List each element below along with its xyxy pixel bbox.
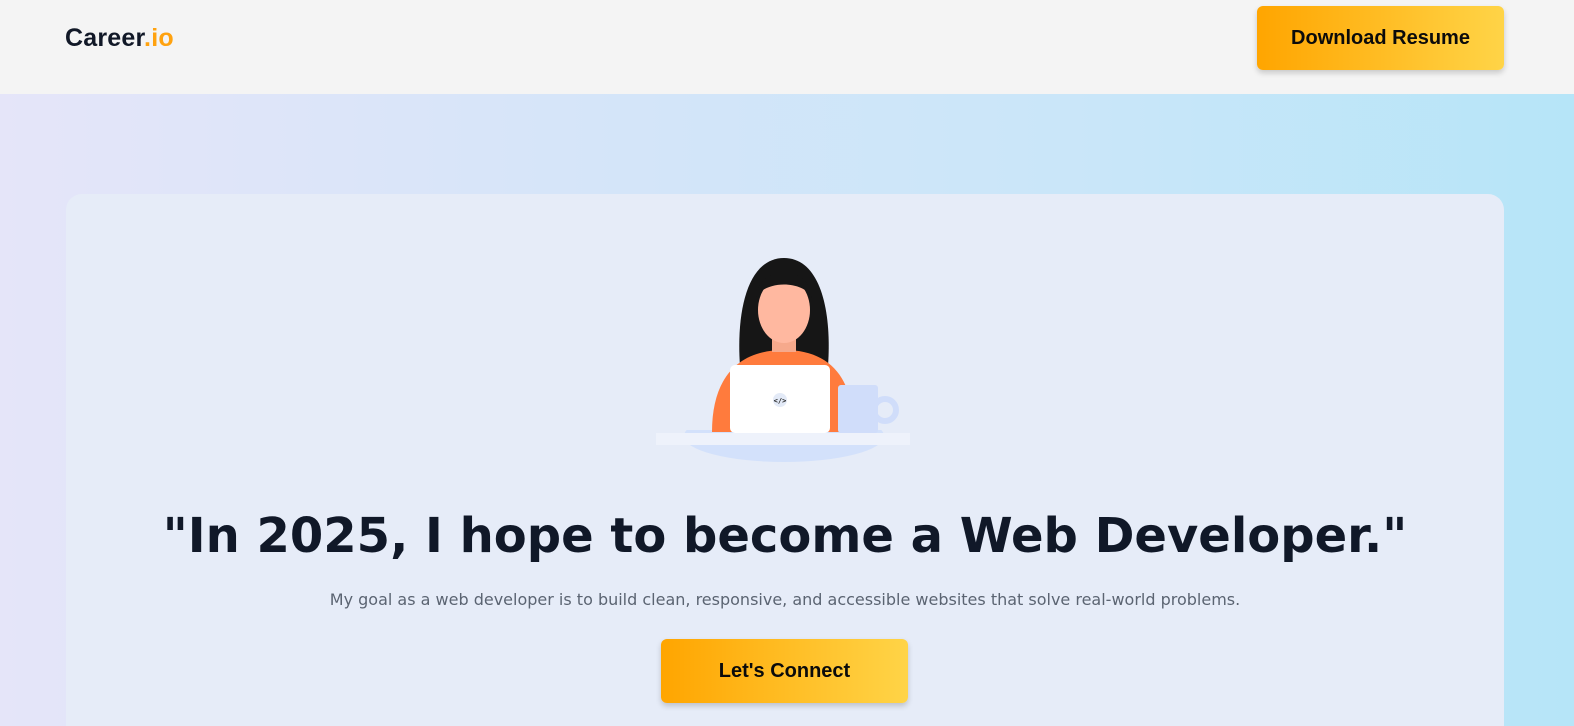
hero-headline: "In 2025, I hope to become a Web Develop… bbox=[162, 508, 1408, 564]
top-navbar: Career.io Download Resume bbox=[0, 0, 1574, 94]
hero-card: </> "In 2025, I hope to become a Web Dev… bbox=[66, 194, 1504, 726]
laptop-code-badge: </> bbox=[774, 397, 787, 405]
download-resume-button[interactable]: Download Resume bbox=[1257, 6, 1504, 70]
lets-connect-button[interactable]: Let's Connect bbox=[661, 639, 908, 703]
hero-section: </> "In 2025, I hope to become a Web Dev… bbox=[0, 94, 1574, 726]
logo[interactable]: Career.io bbox=[65, 24, 174, 53]
desk bbox=[656, 433, 910, 445]
hero-subtext: My goal as a web developer is to build c… bbox=[329, 590, 1241, 609]
logo-main-text: Career bbox=[65, 24, 145, 52]
developer-illustration-icon: </> bbox=[656, 250, 916, 462]
logo-accent-text: .io bbox=[144, 24, 174, 52]
